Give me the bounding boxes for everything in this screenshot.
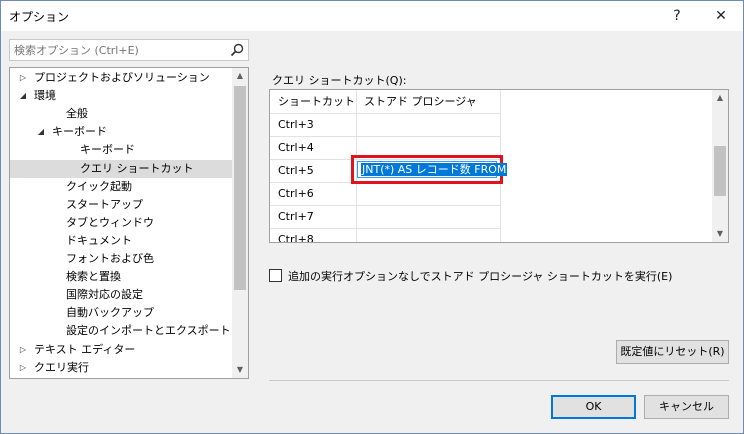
tree-item[interactable]: ▷ クエリ結果	[10, 377, 232, 378]
selected-procedure-text: JNT(*) AS レコード数 FROM	[361, 163, 508, 176]
tree-item-label: クエリ実行	[34, 360, 89, 374]
divider	[269, 380, 729, 381]
tree-item-label: 国際対応の設定	[66, 288, 143, 302]
expand-arrow-icon[interactable]: ▷	[18, 341, 28, 359]
expand-arrow-icon[interactable]: ▷	[18, 377, 28, 378]
scroll-up-arrow-icon[interactable]: ▲	[232, 68, 248, 84]
close-button[interactable]: ✕	[711, 6, 731, 26]
run-without-options-checkbox[interactable]	[269, 269, 282, 282]
tree-item-label: プロジェクトおよびソリューション	[34, 71, 210, 84]
stored-procedure-cell[interactable]	[356, 182, 500, 205]
window-title: オプション	[9, 10, 70, 24]
stored-procedure-cell[interactable]	[356, 205, 500, 228]
shortcut-key-cell[interactable]: Ctrl+7	[270, 205, 356, 228]
search-box[interactable]	[9, 39, 249, 61]
stored-procedure-edit-field[interactable]: JNT(*) AS レコード数 FROM	[357, 161, 508, 178]
scroll-down-arrow-icon[interactable]: ▼	[712, 226, 728, 242]
tree-item-label: フォントおよび色	[66, 252, 154, 265]
stored-procedure-cell[interactable]	[356, 113, 500, 136]
scroll-up-arrow-icon[interactable]: ▲	[712, 90, 728, 106]
tree-item[interactable]: ◢ キーボード	[10, 123, 232, 141]
tree-item[interactable]: ▷ テキスト エディター	[10, 341, 232, 359]
tree-item[interactable]: ▷ クエリ実行	[10, 359, 232, 377]
expand-arrow-icon[interactable]: ▷	[18, 69, 28, 87]
shortcuts-label: クエリ ショートカット(Q):	[272, 74, 407, 87]
tree-item[interactable]: ▷ プロジェクトおよびソリューション	[10, 69, 232, 87]
tree-item-label: クエリ結果	[34, 377, 89, 378]
shortcut-key-cell[interactable]: Ctrl+3	[270, 113, 356, 136]
options-tree: ▲ ▼ ▷ プロジェクトおよびソリューション ◢ 環境 全般 ◢ キーボード キーボード クエリ…	[9, 67, 249, 379]
shortcut-key-cell[interactable]: Ctrl+8	[270, 228, 356, 242]
tree-item-label: スタートアップ	[66, 197, 143, 211]
tree-item-label: ドキュメント	[66, 233, 132, 247]
tree-item[interactable]: キーボード	[10, 141, 232, 159]
tree-item-label: キーボード	[80, 143, 135, 157]
tree-item-label: 自動バックアップ	[66, 306, 154, 320]
tree-item-label: 全般	[66, 107, 88, 121]
tree-item-label: 設定のインポートとエクスポート	[66, 324, 231, 338]
tree-item[interactable]: 設定のインポートとエクスポート	[10, 322, 232, 340]
tree-item[interactable]: フォントおよび色	[10, 250, 232, 268]
shortcut-key-cell[interactable]: Ctrl+4	[270, 136, 356, 159]
tree-item-label: クエリ ショートカット	[80, 161, 194, 175]
tree-item-label: キーボード	[52, 125, 107, 139]
shortcut-key-cell[interactable]: Ctrl+5	[270, 159, 356, 182]
tree-item[interactable]: 自動バックアップ	[10, 304, 232, 322]
tree-scrollbar[interactable]: ▲ ▼	[232, 68, 248, 378]
reset-defaults-button[interactable]: 既定値にリセット(R)	[616, 340, 729, 364]
tree-scroll-thumb[interactable]	[234, 86, 246, 290]
header-stored-procedure[interactable]: ストアド プロシージャ	[356, 90, 500, 113]
header-shortcut[interactable]: ショートカット	[270, 90, 356, 113]
help-button[interactable]: ?	[667, 6, 687, 26]
tree-item[interactable]: 全般	[10, 105, 232, 123]
run-without-options-label[interactable]: 追加の実行オプションなしでストアド プロシージャ ショートカットを実行(E)	[288, 268, 672, 284]
tree-item-label: テキスト エディター	[34, 342, 136, 356]
highlight-frame: JNT(*) AS レコード数 FROM	[351, 155, 508, 184]
shortcut-key-cell[interactable]: Ctrl+6	[270, 182, 356, 205]
tree-item[interactable]: クエリ ショートカット	[10, 159, 232, 178]
tree-item[interactable]: ドキュメント	[10, 232, 232, 250]
tree-item[interactable]: 国際対応の設定	[10, 286, 232, 304]
tree-item-label: タブとウィンドウ	[66, 215, 154, 229]
grid-scrollbar[interactable]: ▲ ▼	[712, 90, 728, 242]
tree-item[interactable]: スタートアップ	[10, 196, 232, 214]
title-bar: オプション ? ✕	[1, 1, 743, 31]
tree-item[interactable]: 検索と置換	[10, 268, 232, 286]
collapse-arrow-icon[interactable]: ◢	[36, 123, 46, 141]
scroll-down-arrow-icon[interactable]: ▼	[232, 362, 248, 378]
cancel-button[interactable]: キャンセル	[644, 395, 729, 419]
expand-arrow-icon[interactable]: ▷	[18, 359, 28, 377]
collapse-arrow-icon[interactable]: ◢	[18, 87, 28, 105]
ok-button[interactable]: OK	[551, 395, 636, 419]
search-icon[interactable]	[230, 43, 244, 57]
tree-item[interactable]: タブとウィンドウ	[10, 214, 232, 232]
grid-scroll-thumb[interactable]	[714, 146, 726, 196]
options-dialog: オプション ? ✕ ▲ ▼ ▷ プロジェクトおよびソリューション ◢ 環境全般 ◢ キーボ…	[0, 0, 744, 434]
search-input[interactable]	[14, 42, 224, 58]
tree-item-label: 検索と置換	[66, 270, 121, 284]
tree-item[interactable]: クイック起動	[10, 178, 232, 196]
tree-item-label: クイック起動	[66, 179, 132, 193]
tree-item[interactable]: ◢ 環境	[10, 87, 232, 105]
stored-procedure-cell[interactable]	[356, 228, 500, 242]
tree-item-label: 環境	[34, 89, 56, 103]
